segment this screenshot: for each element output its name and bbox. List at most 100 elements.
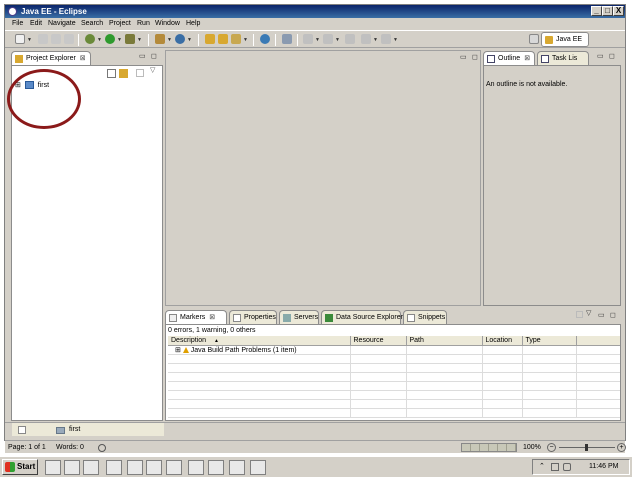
zoom-in-icon[interactable]: + bbox=[617, 443, 626, 452]
tab-markers[interactable]: Markers ⊠ bbox=[165, 310, 227, 324]
filter-icon[interactable] bbox=[576, 311, 583, 318]
menu-help[interactable]: Help bbox=[186, 18, 200, 29]
tab-project-explorer[interactable]: Project Explorer ⊠ bbox=[11, 51, 91, 65]
taskbar-app-icon[interactable] bbox=[208, 460, 224, 475]
new-icon[interactable] bbox=[15, 34, 25, 44]
new-server-dropdown-icon[interactable]: ▼ bbox=[167, 37, 172, 43]
filter-icon[interactable] bbox=[136, 69, 144, 77]
collapse-all-icon[interactable] bbox=[107, 69, 116, 78]
taskbar-app-icon[interactable] bbox=[64, 460, 80, 475]
volume-icon[interactable] bbox=[563, 463, 571, 471]
view-menu-icon[interactable]: ▽ bbox=[150, 66, 155, 74]
perspective-switcher-java-ee[interactable]: Java EE bbox=[541, 32, 589, 47]
zoom-level[interactable]: 100% bbox=[523, 441, 541, 454]
maximize-view-icon[interactable]: ◻ bbox=[610, 311, 616, 319]
forward-dropdown-icon[interactable]: ▼ bbox=[393, 37, 398, 43]
column-description[interactable]: Description ▲ bbox=[168, 336, 351, 346]
taskbar-app-icon[interactable] bbox=[229, 460, 245, 475]
new-web-project-icon[interactable] bbox=[175, 34, 185, 44]
proofing-icon[interactable] bbox=[98, 444, 106, 452]
maximize-view-icon[interactable]: ◻ bbox=[151, 52, 157, 60]
menu-project[interactable]: Project bbox=[109, 18, 131, 29]
new-web-project-dropdown-icon[interactable]: ▼ bbox=[187, 37, 192, 43]
close-icon[interactable]: ⊠ bbox=[209, 314, 215, 321]
table-row[interactable]: ⊞ Java Build Path Problems (1 item) bbox=[168, 345, 620, 355]
next-annotation-icon[interactable] bbox=[303, 34, 313, 44]
open-type-icon[interactable] bbox=[205, 34, 215, 44]
maximize-editor-icon[interactable]: ◻ bbox=[472, 53, 478, 61]
open-resource-icon[interactable] bbox=[218, 34, 228, 44]
taskbar-app-icon[interactable] bbox=[127, 460, 143, 475]
close-icon[interactable]: ⊠ bbox=[80, 55, 86, 62]
print-icon[interactable] bbox=[64, 34, 74, 44]
column-resource[interactable]: Resource bbox=[350, 336, 407, 346]
tab-properties[interactable]: Properties bbox=[229, 310, 277, 324]
save-icon[interactable] bbox=[38, 34, 48, 44]
previous-annotation-icon[interactable] bbox=[323, 34, 333, 44]
menu-navigate[interactable]: Navigate bbox=[48, 18, 76, 29]
browser-icon[interactable] bbox=[260, 34, 270, 44]
taskbar-app-icon[interactable] bbox=[166, 460, 182, 475]
taskbar-app-icon[interactable] bbox=[250, 460, 266, 475]
editor-area[interactable]: ▭ ◻ bbox=[165, 50, 481, 306]
annotation-icon[interactable] bbox=[282, 34, 292, 44]
minimize-view-icon[interactable]: ▭ bbox=[597, 52, 604, 60]
main-toolbar: ▼ ▼ ▼ ▼ ▼ ▼ ▼ ▼ ▼ ▼ ▼ Java EE bbox=[5, 30, 625, 48]
view-layout-buttons[interactable] bbox=[461, 443, 517, 452]
new-dropdown-icon[interactable]: ▼ bbox=[27, 37, 32, 43]
start-button[interactable]: Start bbox=[2, 459, 38, 475]
forward-icon[interactable] bbox=[381, 34, 391, 44]
external-tools-icon[interactable] bbox=[125, 34, 135, 44]
back-icon[interactable] bbox=[361, 34, 371, 44]
previous-annotation-dropdown-icon[interactable]: ▼ bbox=[335, 37, 340, 43]
new-server-icon[interactable] bbox=[155, 34, 165, 44]
save-all-icon[interactable] bbox=[51, 34, 61, 44]
menu-search[interactable]: Search bbox=[81, 18, 103, 29]
taskbar-app-icon[interactable] bbox=[146, 460, 162, 475]
taskbar-app-icon[interactable] bbox=[83, 460, 99, 475]
run-dropdown-icon[interactable]: ▼ bbox=[117, 37, 122, 43]
external-tools-dropdown-icon[interactable]: ▼ bbox=[137, 37, 142, 43]
tab-task-list[interactable]: Task Lis bbox=[537, 51, 589, 65]
maximize-button[interactable]: □ bbox=[602, 6, 613, 16]
maximize-view-icon[interactable]: ◻ bbox=[609, 52, 615, 60]
close-icon[interactable]: ⊠ bbox=[524, 55, 530, 62]
taskbar-app-icon[interactable] bbox=[45, 460, 61, 475]
show-hidden-icons-icon[interactable]: ⌃ bbox=[539, 460, 545, 474]
taskbar-app-icon[interactable] bbox=[106, 460, 122, 475]
next-annotation-dropdown-icon[interactable]: ▼ bbox=[315, 37, 320, 43]
search-dropdown-icon[interactable]: ▼ bbox=[243, 37, 248, 43]
minimize-view-icon[interactable]: ▭ bbox=[598, 311, 605, 319]
debug-dropdown-icon[interactable]: ▼ bbox=[97, 37, 102, 43]
debug-icon[interactable] bbox=[85, 34, 95, 44]
expand-icon[interactable]: ⊞ bbox=[175, 347, 181, 354]
taskbar-app-icon[interactable] bbox=[188, 460, 204, 475]
title-bar[interactable]: Java EE - Eclipse _ □ X bbox=[5, 5, 625, 18]
zoom-out-icon[interactable]: − bbox=[547, 443, 556, 452]
network-icon[interactable] bbox=[551, 463, 559, 471]
run-icon[interactable] bbox=[105, 34, 115, 44]
open-perspective-icon[interactable] bbox=[529, 34, 539, 44]
menu-window[interactable]: Window bbox=[155, 18, 180, 29]
tab-snippets[interactable]: Snippets bbox=[403, 310, 447, 324]
last-edit-icon[interactable] bbox=[345, 34, 355, 44]
menu-run[interactable]: Run bbox=[137, 18, 150, 29]
zoom-slider-thumb[interactable] bbox=[585, 444, 588, 451]
close-window-button[interactable]: X bbox=[613, 6, 624, 16]
back-dropdown-icon[interactable]: ▼ bbox=[373, 37, 378, 43]
tab-outline[interactable]: Outline ⊠ bbox=[483, 51, 535, 65]
minimize-view-icon[interactable]: ▭ bbox=[139, 52, 146, 60]
minimize-button[interactable]: _ bbox=[591, 6, 602, 16]
column-path[interactable]: Path bbox=[406, 336, 483, 346]
column-type[interactable]: Type bbox=[522, 336, 577, 346]
menu-edit[interactable]: Edit bbox=[30, 18, 42, 29]
minimize-editor-icon[interactable]: ▭ bbox=[460, 53, 467, 61]
tab-servers[interactable]: Servers bbox=[279, 310, 319, 324]
clock[interactable]: 11:46 PM bbox=[589, 460, 618, 474]
link-with-editor-icon[interactable] bbox=[119, 69, 128, 78]
tab-data-source-explorer[interactable]: Data Source Explorer bbox=[321, 310, 403, 324]
view-menu-icon[interactable]: ▽ bbox=[586, 309, 591, 317]
search-icon[interactable] bbox=[231, 34, 241, 44]
column-location[interactable]: Location bbox=[482, 336, 523, 346]
menu-file[interactable]: File bbox=[12, 18, 23, 29]
